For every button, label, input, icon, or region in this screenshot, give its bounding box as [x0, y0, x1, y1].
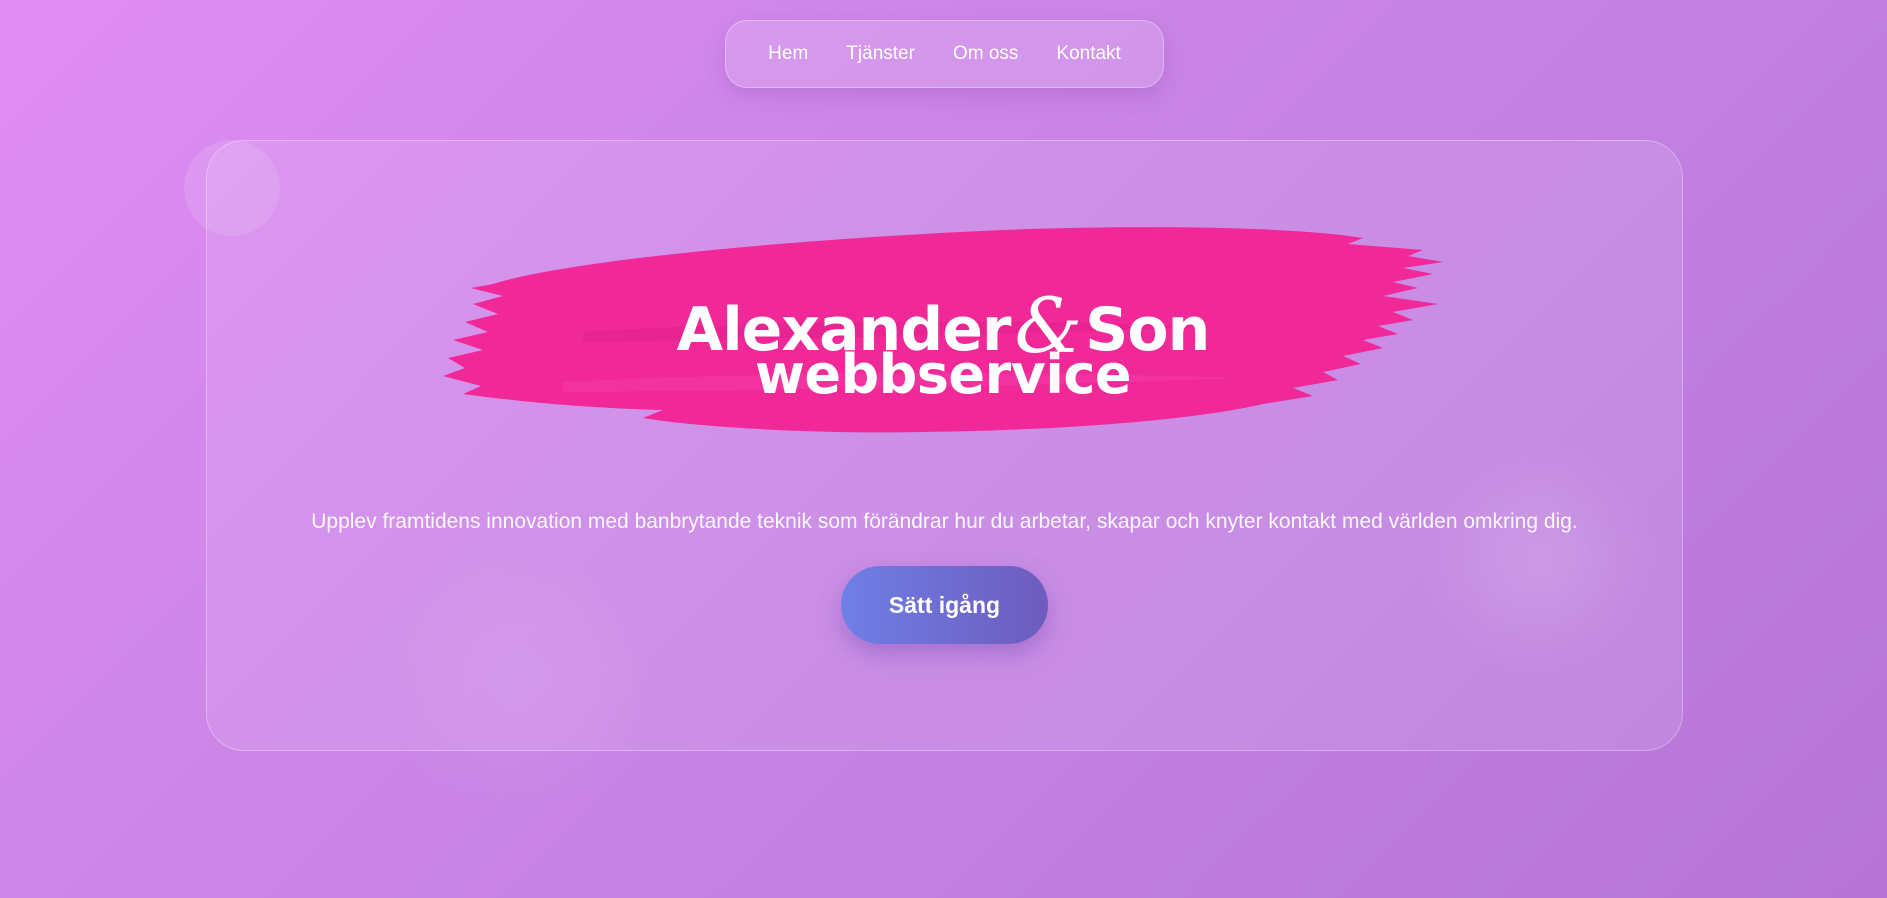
nav-link-kontakt[interactable]: Kontakt [1037, 20, 1139, 88]
logo-subtitle: webbservice [754, 343, 1132, 406]
get-started-button[interactable]: Sätt igång [841, 566, 1048, 644]
hero-tagline: Upplev framtidens innovation med banbryt… [311, 510, 1578, 533]
company-logo: Alexander&Son webbservice [443, 222, 1443, 462]
nav-link-tjanster[interactable]: Tjänster [827, 20, 934, 88]
main-navigation: Hem Tjänster Om oss Kontakt [725, 20, 1164, 88]
nav-link-om-oss[interactable]: Om oss [934, 20, 1037, 88]
nav-link-hem[interactable]: Hem [749, 20, 827, 88]
